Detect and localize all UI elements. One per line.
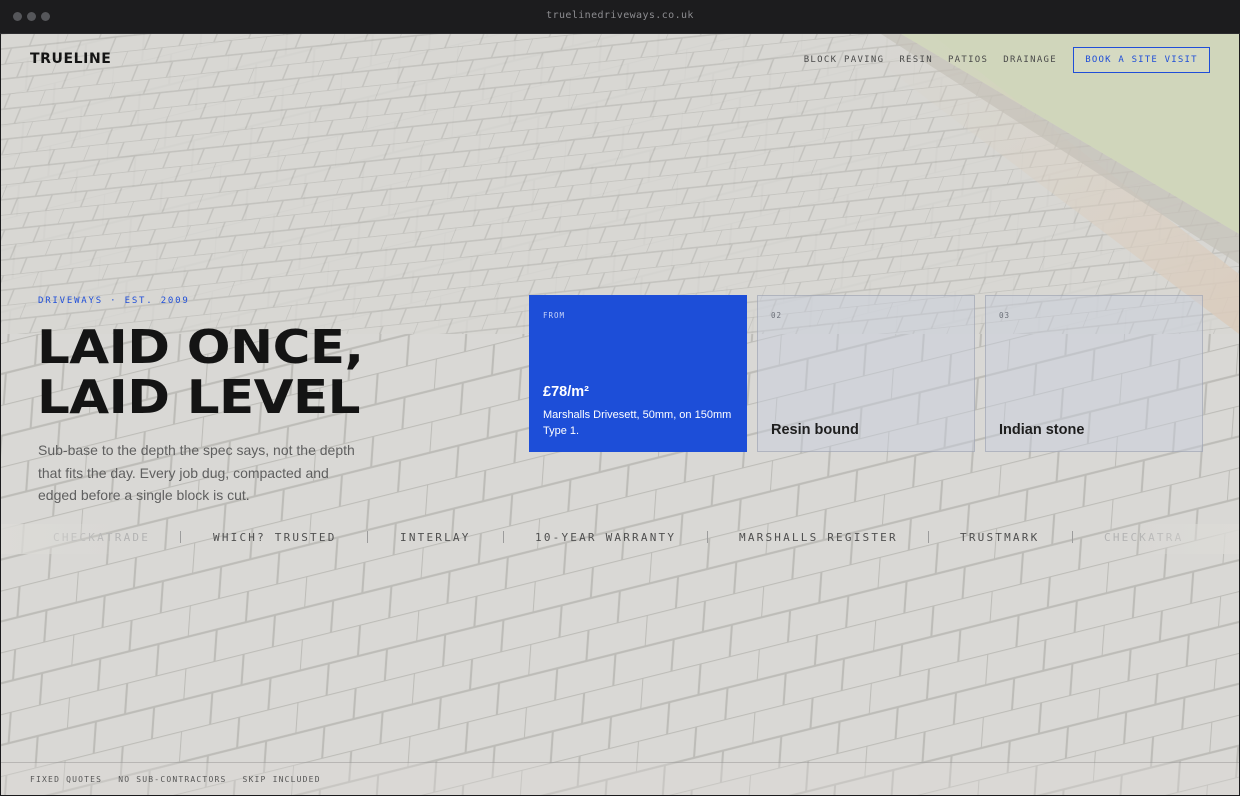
hero-eyebrow: DRIVEWAYS · EST. 2009 <box>38 296 190 306</box>
badge-which-trusted: WHICH? TRUSTED <box>213 531 337 544</box>
card-indian-stone[interactable]: 03 Indian stone <box>985 295 1203 452</box>
card-title: Resin bound <box>771 422 859 438</box>
card-tag: 02 <box>771 311 783 320</box>
hero-headline: LAID ONCE, LAID LEVEL <box>37 322 364 422</box>
badge-marshalls-register: MARSHALLS REGISTER <box>739 531 898 544</box>
card-tag: 03 <box>999 311 1011 320</box>
badge-interlay: INTERLAY <box>400 531 471 544</box>
main-nav: BLOCK PAVING RESIN PATIOS DRAINAGE <box>804 55 1057 65</box>
service-cards: FROM £78/m² Marshalls Drivesett, 50mm, o… <box>529 295 1203 452</box>
address-bar-url[interactable]: truelinedriveways.co.uk <box>0 10 1240 21</box>
footer-item-no-subcontractors: NO SUB-CONTRACTORS <box>118 775 227 784</box>
badge-10-year-warranty: 10-YEAR WARRANTY <box>535 531 677 544</box>
hero-intro: Sub-base to the depth the spec says, not… <box>38 442 355 503</box>
footer-item-skip-included: SKIP INCLUDED <box>242 775 321 784</box>
card-price: £78/m² <box>543 384 589 400</box>
footer-promises: FIXED QUOTES NO SUB-CONTRACTORS SKIP INC… <box>30 775 321 784</box>
strip-divider <box>1072 531 1073 543</box>
strip-fade-left <box>1 524 121 554</box>
strip-divider <box>367 531 368 543</box>
nav-link-patios[interactable]: PATIOS <box>948 55 988 65</box>
book-site-visit-button[interactable]: BOOK A SITE VISIT <box>1073 47 1210 73</box>
card-title: Indian stone <box>999 422 1085 438</box>
nav-link-resin[interactable]: RESIN <box>899 55 933 65</box>
headline-line-2: LAID LEVEL <box>37 370 360 424</box>
badge-trustmark: TRUSTMARK <box>960 531 1040 544</box>
card-tag: FROM <box>543 311 566 320</box>
site-logo[interactable]: TRUELINE <box>30 51 111 67</box>
page-viewport: TRUELINE BLOCK PAVING RESIN PATIOS DRAIN… <box>1 34 1239 795</box>
browser-titlebar: truelinedriveways.co.uk <box>0 0 1240 34</box>
card-description: Marshalls Drivesett, 50mm, on 150mm Type… <box>543 409 732 437</box>
headline-line-1: LAID ONCE, <box>37 320 364 374</box>
card-resin-bound[interactable]: 02 Resin bound <box>757 295 975 452</box>
strip-divider <box>503 531 504 543</box>
nav-link-drainage[interactable]: DRAINAGE <box>1003 55 1057 65</box>
strip-divider <box>180 531 181 543</box>
card-block-paving-price[interactable]: FROM £78/m² Marshalls Drivesett, 50mm, o… <box>529 295 747 452</box>
strip-divider <box>707 531 708 543</box>
footer-bar: FIXED QUOTES NO SUB-CONTRACTORS SKIP INC… <box>1 762 1239 795</box>
strip-divider <box>928 531 929 543</box>
nav-link-block-paving[interactable]: BLOCK PAVING <box>804 55 885 65</box>
footer-item-fixed-quotes: FIXED QUOTES <box>30 775 103 784</box>
trust-badges-strip: CHECKATRADE WHICH? TRUSTED INTERLAY 10-Y… <box>1 528 1239 552</box>
strip-fade-right <box>1129 524 1239 554</box>
